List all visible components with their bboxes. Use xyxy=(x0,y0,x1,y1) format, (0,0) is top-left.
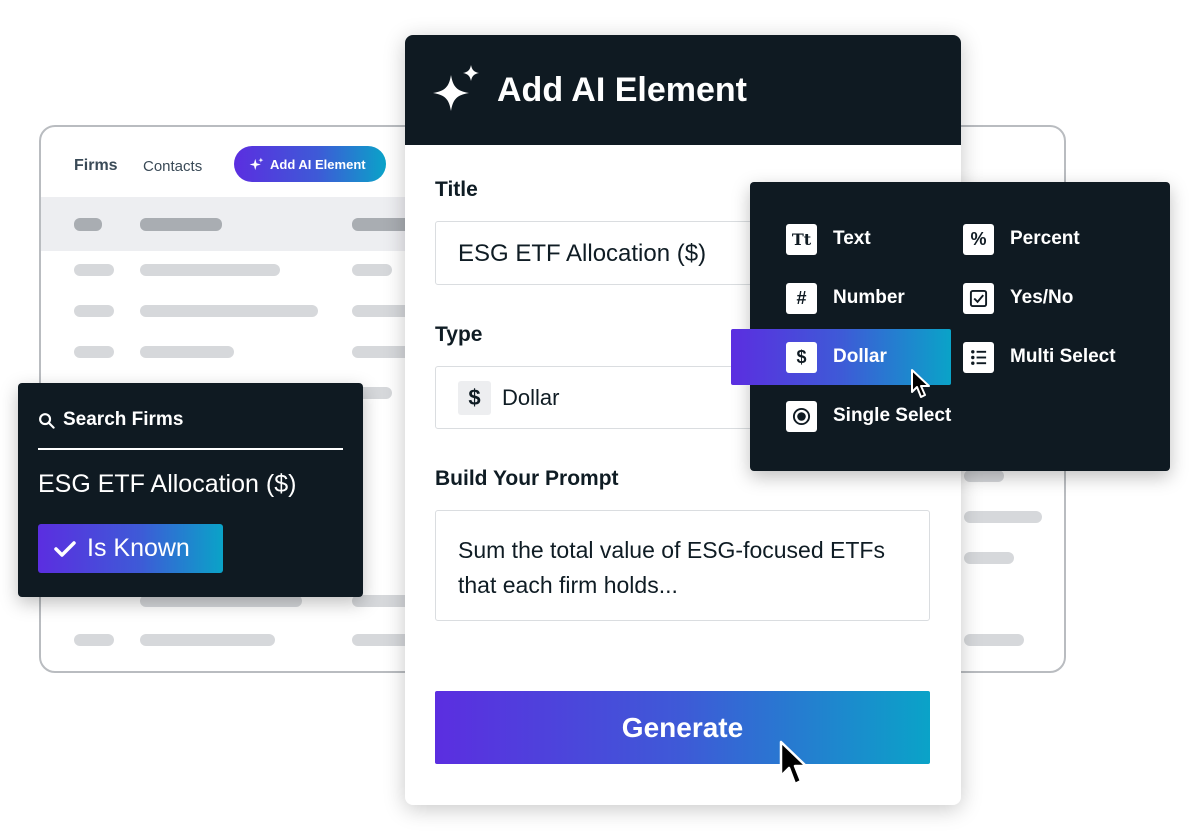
menu-item-label: Text xyxy=(833,228,871,249)
menu-item-number[interactable]: # Number xyxy=(786,270,905,326)
add-ai-element-button[interactable]: Add AI Element xyxy=(234,146,386,182)
title-input-value: ESG ETF Allocation ($) xyxy=(458,240,707,267)
title-label: Title xyxy=(435,178,478,201)
list-icon xyxy=(963,341,994,373)
menu-item-label: Percent xyxy=(1010,228,1080,249)
checkbox-icon xyxy=(963,282,994,314)
placeholder-bar xyxy=(140,305,318,317)
placeholder-bar xyxy=(140,634,275,646)
search-icon xyxy=(39,412,55,429)
placeholder-bar xyxy=(352,305,412,317)
placeholder-bar xyxy=(74,634,114,646)
placeholder-bar xyxy=(140,346,234,358)
type-dropdown-menu: Tt Text % Percent # Number Yes/No $ Doll… xyxy=(731,182,1170,471)
radio-icon xyxy=(786,400,817,432)
search-heading-label: Search Firms xyxy=(63,409,184,430)
search-firms-panel: Search Firms ESG ETF Allocation ($) Is K… xyxy=(18,383,363,597)
sparkle-icon xyxy=(249,157,264,170)
type-label: Type xyxy=(435,323,483,346)
dollar-icon: $ xyxy=(458,381,491,415)
add-ai-element-label: Add AI Element xyxy=(270,156,366,172)
placeholder-bar xyxy=(74,264,114,276)
prompt-label: Build Your Prompt xyxy=(435,467,619,490)
placeholder-bar xyxy=(964,470,1004,482)
search-heading: Search Firms xyxy=(38,409,183,431)
prompt-textarea-value: Sum the total value of ESG-focused ETFs … xyxy=(458,537,885,598)
text-icon: Tt xyxy=(786,223,817,255)
search-divider xyxy=(38,448,343,450)
modal-header: Add AI Element xyxy=(405,35,961,145)
mouse-cursor-icon xyxy=(779,740,808,786)
menu-item-yes-no[interactable]: Yes/No xyxy=(963,270,1073,326)
menu-item-label: Yes/No xyxy=(1010,287,1074,308)
placeholder-bar xyxy=(140,264,280,276)
sparkle-icon xyxy=(433,65,479,111)
placeholder-bar xyxy=(964,552,1014,564)
menu-item-text[interactable]: Tt Text xyxy=(786,211,871,267)
modal-title: Add AI Element xyxy=(497,71,747,109)
is-known-label: Is Known xyxy=(87,534,190,562)
menu-item-label: Dollar xyxy=(833,346,887,367)
placeholder-bar xyxy=(964,634,1024,646)
menu-item-percent[interactable]: % Percent xyxy=(963,211,1080,267)
placeholder-bar xyxy=(74,218,102,231)
placeholder-bar xyxy=(352,346,412,358)
placeholder-bar xyxy=(74,346,114,358)
placeholder-bar xyxy=(74,305,114,317)
type-select-value: Dollar xyxy=(502,385,560,410)
dollar-icon: $ xyxy=(786,341,817,373)
prompt-textarea[interactable]: Sum the total value of ESG-focused ETFs … xyxy=(435,510,930,621)
placeholder-bar xyxy=(352,634,412,646)
menu-item-label: Multi Select xyxy=(1010,346,1116,367)
placeholder-bar xyxy=(352,218,412,231)
is-known-filter-badge[interactable]: Is Known xyxy=(38,524,223,573)
tab-contacts[interactable]: Contacts xyxy=(143,158,202,175)
placeholder-bar xyxy=(352,595,412,607)
check-icon xyxy=(54,540,76,557)
placeholder-bar xyxy=(352,264,392,276)
mouse-cursor-icon xyxy=(911,369,930,398)
placeholder-bar xyxy=(964,511,1042,523)
percent-icon: % xyxy=(963,223,994,255)
hash-icon: # xyxy=(786,282,817,314)
placeholder-bar xyxy=(140,218,222,231)
menu-item-label: Single Select xyxy=(833,405,952,426)
search-input[interactable]: ESG ETF Allocation ($) xyxy=(38,470,296,499)
generate-button[interactable]: Generate xyxy=(435,691,930,764)
menu-item-multi-select[interactable]: Multi Select xyxy=(963,329,1116,385)
menu-item-label: Number xyxy=(833,287,905,308)
tab-firms[interactable]: Firms xyxy=(74,157,118,175)
